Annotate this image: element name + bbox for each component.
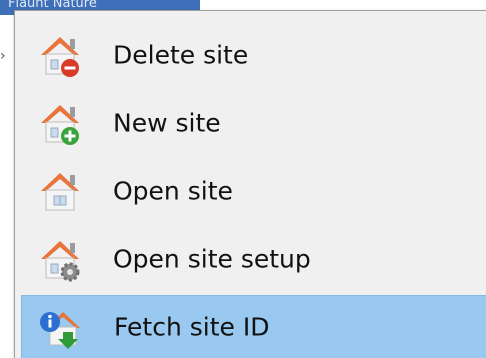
context-menu: Delete site New site Open site Open site…	[14, 10, 486, 358]
menu-item-delete-site[interactable]: Delete site	[21, 23, 486, 87]
menu-item-label: Open site setup	[113, 244, 311, 274]
menu-item-new-site[interactable]: New site	[21, 91, 486, 155]
menu-item-label: Fetch site ID	[114, 312, 270, 342]
house-icon	[37, 169, 83, 215]
fetch-id-icon	[38, 306, 84, 352]
menu-item-label: Open site	[113, 176, 233, 206]
menu-item-open-site-setup[interactable]: Open site setup	[21, 227, 486, 291]
menu-item-label: Delete site	[113, 40, 249, 70]
menu-item-fetch-site-id[interactable]: Fetch site ID	[21, 295, 486, 358]
menu-item-label: New site	[113, 108, 221, 138]
house-add-icon	[37, 101, 83, 147]
screenshot-stage: Flaunt Nature › Delete site New site Ope…	[0, 0, 486, 358]
house-settings-icon	[37, 237, 83, 283]
house-delete-icon	[37, 33, 83, 79]
tree-expander-icon[interactable]: ›	[0, 49, 6, 63]
menu-item-open-site[interactable]: Open site	[21, 159, 486, 223]
